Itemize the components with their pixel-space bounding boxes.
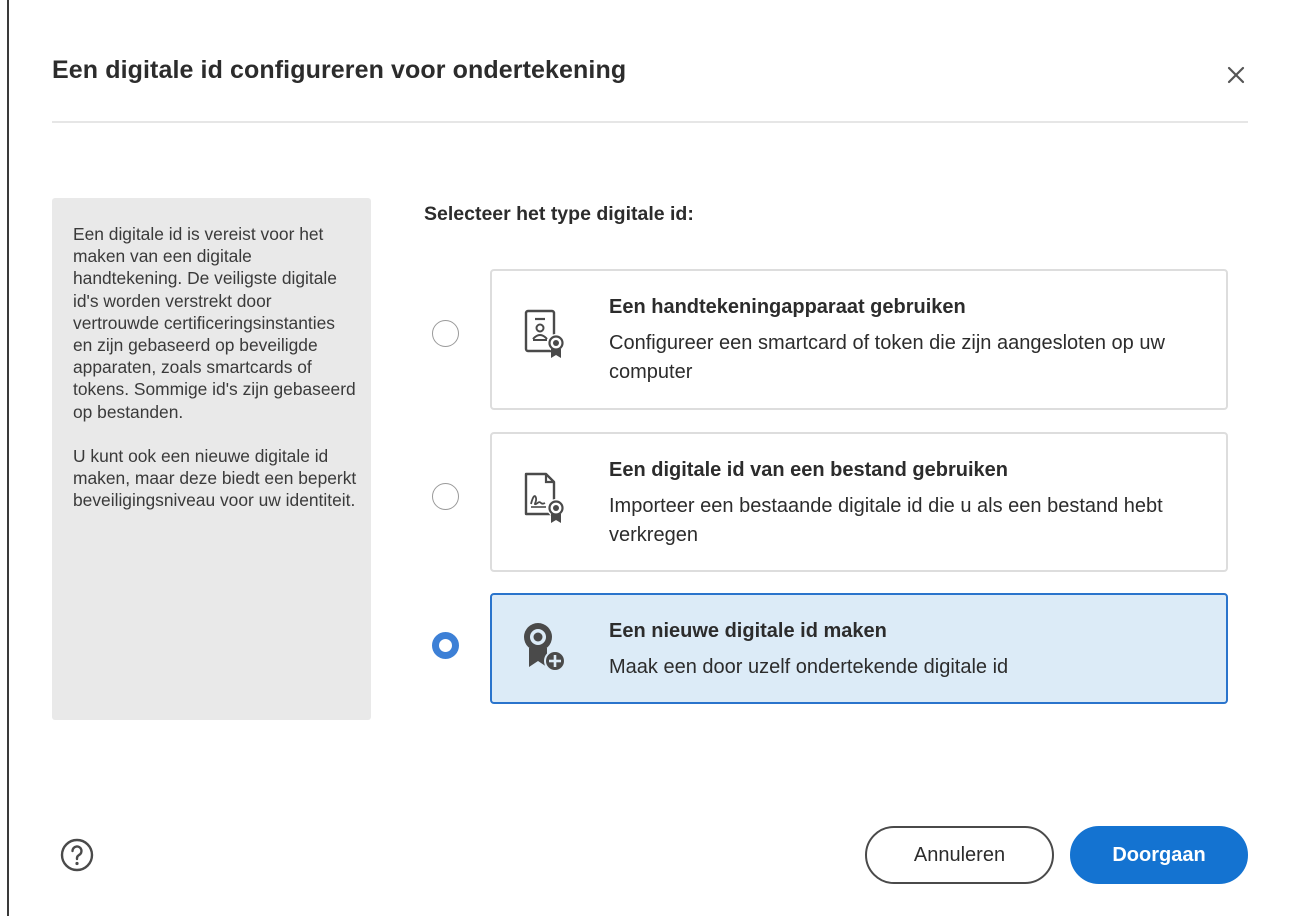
configure-digital-id-dialog: Een digitale id configureren voor ondert… <box>9 0 1290 916</box>
cancel-button[interactable]: Annuleren <box>865 826 1054 884</box>
continue-button[interactable]: Doorgaan <box>1070 826 1248 884</box>
option-description: Importeer een bestaande digitale id die … <box>609 495 1163 546</box>
help-button[interactable] <box>59 837 95 873</box>
info-paragraph-1: Een digitale id is vereist voor het make… <box>73 224 356 422</box>
dialog-title: Een digitale id configureren voor ondert… <box>52 56 627 84</box>
option-certificate-file[interactable]: Een digitale id van een bestand gebruike… <box>490 432 1228 572</box>
radio-new-digital-id[interactable] <box>432 632 459 659</box>
help-icon <box>60 838 94 872</box>
option-title: Een digitale id van een bestand gebruike… <box>609 459 1008 481</box>
signature-device-icon <box>516 299 568 363</box>
option-description: Configureer een smartcard of token die z… <box>609 332 1165 383</box>
option-description: Maak een door uzelf ondertekende digital… <box>609 656 1009 678</box>
option-new-digital-id[interactable]: Een nieuwe digitale id maken Maak een do… <box>490 593 1228 704</box>
header-divider <box>52 121 1248 123</box>
info-paragraph-2: U kunt ook een nieuwe digitale id maken,… <box>73 445 357 511</box>
close-button[interactable] <box>1221 60 1251 90</box>
info-panel: Een digitale id is vereist voor het make… <box>52 198 371 720</box>
option-title: Een handtekeningapparaat gebruiken <box>609 296 966 318</box>
select-type-heading: Selecteer het type digitale id: <box>424 203 694 225</box>
option-signature-device[interactable]: Een handtekeningapparaat gebruiken Confi… <box>490 269 1228 410</box>
certificate-file-icon <box>516 462 568 526</box>
option-title: Een nieuwe digitale id maken <box>609 620 887 642</box>
close-icon <box>1227 66 1245 84</box>
radio-signature-device[interactable] <box>432 320 459 347</box>
radio-certificate-file[interactable] <box>432 483 459 510</box>
new-certificate-icon <box>516 615 568 679</box>
